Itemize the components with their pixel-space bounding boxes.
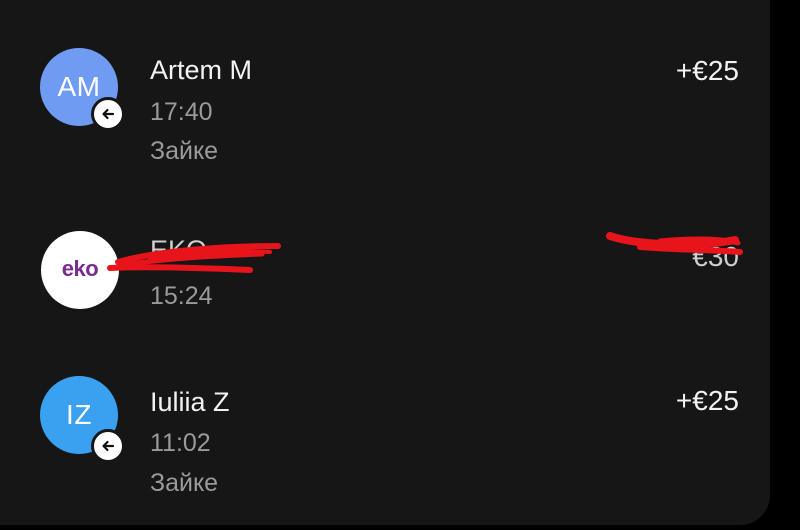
avatar-initials: AM (57, 71, 101, 102)
contact-name: Artem M (150, 55, 253, 85)
merchant-name: EKO (150, 235, 208, 265)
transaction-time: 17:40 (150, 98, 213, 126)
transaction-amount: €30 (692, 241, 739, 272)
eko-logo: eko (41, 231, 119, 309)
logo-text: eko (61, 256, 99, 281)
incoming-badge (91, 97, 125, 131)
transaction-time: 15:24 (150, 282, 213, 310)
transaction-row[interactable]: IZ Iuliia Z 11:02 Зайке +€25 (0, 372, 770, 502)
incoming-badge (91, 429, 125, 463)
transaction-amount: +€25 (675, 385, 739, 416)
transaction-row[interactable]: AM Artem M 17:40 Зайке +€25 (0, 40, 770, 170)
avatar-initials: IZ (66, 399, 92, 430)
transaction-time: 11:02 (150, 429, 211, 457)
transaction-row[interactable]: eko EKO 15:24 €30 (0, 225, 770, 355)
arrow-left-icon (102, 440, 115, 452)
contact-name: Iuliia Z (150, 387, 230, 417)
screen-edge (770, 0, 800, 530)
arrow-left-icon (102, 108, 115, 120)
screen: AM Artem M 17:40 Зайке +€25 eko EKO 15:2… (0, 0, 800, 530)
transaction-amount: +€25 (675, 55, 739, 86)
transaction-note: Зайке (150, 137, 219, 165)
transaction-note: Зайке (150, 469, 219, 497)
